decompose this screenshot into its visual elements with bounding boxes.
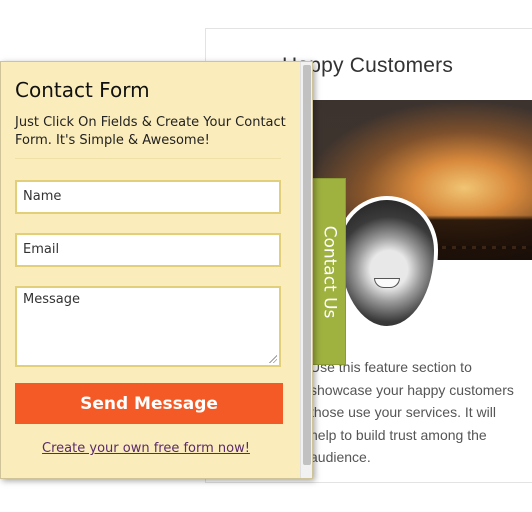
section-description: Use this feature section to showcase you… xyxy=(310,359,514,465)
message-field[interactable]: Message xyxy=(15,286,281,367)
smile-shape xyxy=(374,278,400,288)
name-field[interactable]: Name xyxy=(15,180,281,214)
panel-scrollbar[interactable] xyxy=(300,62,312,478)
customer-photo xyxy=(340,200,434,326)
form-divider xyxy=(15,158,281,159)
create-form-link[interactable]: Create your own free form now! xyxy=(1,441,291,456)
contact-us-tab[interactable]: Contact Us xyxy=(313,178,346,365)
name-placeholder: Name xyxy=(23,189,62,204)
resize-grip-icon[interactable] xyxy=(269,355,277,363)
email-field[interactable]: Email xyxy=(15,233,281,267)
send-message-button[interactable]: Send Message xyxy=(15,383,283,424)
message-placeholder: Message xyxy=(23,292,80,307)
scrollbar-thumb[interactable] xyxy=(303,65,311,465)
contact-us-tab-label: Contact Us xyxy=(319,225,340,318)
email-placeholder: Email xyxy=(23,242,60,257)
contact-form-panel: Contact Form Just Click On Fields & Crea… xyxy=(0,61,313,479)
form-title: Contact Form xyxy=(15,78,150,102)
form-description: Just Click On Fields & Create Your Conta… xyxy=(15,115,286,148)
